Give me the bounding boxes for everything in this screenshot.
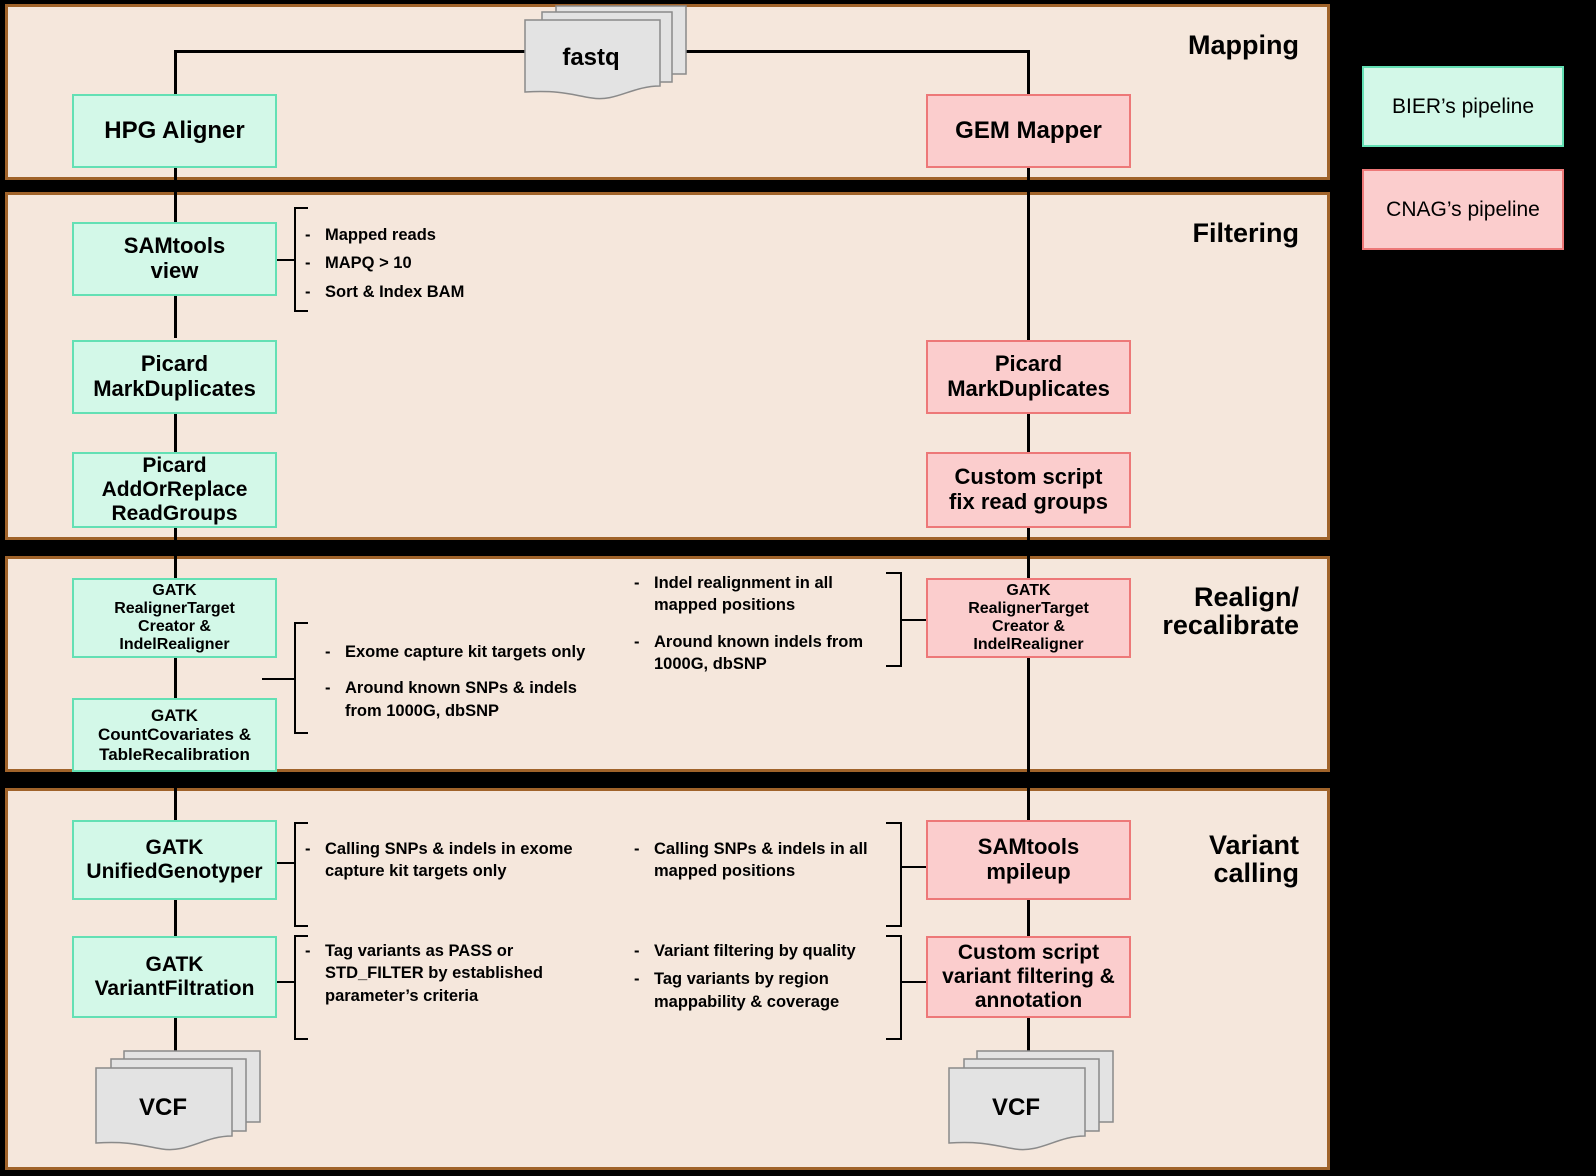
- annotation-samtools-view-notes: - Mapped reads - MAPQ > 10 - Sort & Index B…: [305, 224, 585, 309]
- connector-gem-to-markdup: [1027, 168, 1030, 340]
- document-label: fastq: [562, 44, 620, 71]
- node-gatk-realignertargetcreator-indelrealigner-left[interactable]: GATK RealignerTarget Creator & IndelReal…: [72, 578, 277, 658]
- section-title-filtering: Filtering: [1192, 218, 1300, 248]
- node-gatk-variantfiltration[interactable]: GATK VariantFiltration: [72, 936, 277, 1018]
- annotation-line: Around known indels from 1000G, dbSNP: [654, 632, 863, 673]
- annotation-line: Calling SNPs & indels in exome capture k…: [325, 840, 573, 881]
- connector-realigner-right-to-mpileup: [1027, 658, 1030, 820]
- node-label: Custom script variant filtering & annota…: [942, 941, 1115, 1012]
- annotation-line: Variant filtering by quality: [654, 942, 856, 960]
- connector-mpileup-to-custom-variant: [1027, 900, 1030, 936]
- annotation-line: Exome capture kit targets only: [345, 643, 586, 661]
- node-label: HPG Aligner: [104, 117, 245, 145]
- connector-addorreplace-to-realigner: [174, 528, 177, 580]
- section-title-mapping: Mapping: [1188, 30, 1299, 60]
- annotation-line: Around known SNPs & indels from 1000G, d…: [345, 679, 577, 720]
- document-vcf-right: VCF: [945, 1048, 1120, 1160]
- connector-markdup-to-addorreplace: [174, 414, 177, 452]
- connector-fastq-spine-right: [684, 50, 1029, 53]
- node-label: GATK VariantFiltration: [94, 953, 255, 1000]
- annotation-line: Calling SNPs & indels in all mapped posi…: [654, 840, 868, 881]
- node-label: SAMtools view: [123, 233, 226, 283]
- legend-label: BIER’s pipeline: [1391, 94, 1535, 118]
- node-gatk-countcovariates-tablerecalibration[interactable]: GATK CountCovariates & TableRecalibratio…: [72, 698, 277, 772]
- node-label: Picard AddOrReplace ReadGroups: [101, 454, 248, 525]
- document-fastq: fastq: [520, 2, 690, 102]
- connector-realigner-to-countcov: [174, 658, 177, 698]
- node-samtools-mpileup[interactable]: SAMtools mpileup: [926, 820, 1131, 900]
- node-gatk-unifiedgenotyper[interactable]: GATK UnifiedGenotyper: [72, 820, 277, 900]
- bracket-gatk-realign-left-notes: [262, 622, 308, 734]
- node-label: Picard MarkDuplicates: [93, 351, 256, 401]
- document-label: VCF: [139, 1094, 187, 1121]
- node-picard-addorreplacereadgroups[interactable]: Picard AddOrReplace ReadGroups: [72, 452, 277, 528]
- connector-samtools-to-markdup: [174, 296, 177, 338]
- annotation-unifiedgenotyper-notes: - Calling SNPs & indels in exome capture …: [305, 838, 595, 889]
- node-custom-script-fix-read-groups[interactable]: Custom script fix read groups: [926, 452, 1131, 528]
- node-picard-markduplicates-left[interactable]: Picard MarkDuplicates: [72, 340, 277, 414]
- legend-item-bier-pipeline[interactable]: BIER’s pipeline: [1362, 66, 1564, 147]
- connector-unifiedgenotyper-to-variantfiltration: [174, 900, 177, 936]
- annotation-gatk-realign-left-notes: - Exome capture kit targets only - Around …: [325, 641, 625, 736]
- node-gatk-realignertargetcreator-indelrealigner-right[interactable]: GATK RealignerTarget Creator & IndelReal…: [926, 578, 1131, 658]
- node-gem-mapper[interactable]: GEM Mapper: [926, 94, 1131, 168]
- document-label: VCF: [992, 1094, 1040, 1121]
- node-label: Picard MarkDuplicates: [947, 351, 1110, 401]
- node-label: GEM Mapper: [955, 117, 1102, 145]
- diagram-canvas: Mapping Filtering Realign/ recalibrate V…: [0, 0, 1596, 1176]
- connector-countcov-to-unifiedgenotyper: [174, 772, 177, 820]
- section-title-variant: Variant calling: [1208, 830, 1299, 889]
- node-label: GATK UnifiedGenotyper: [86, 836, 263, 883]
- annotation-gatk-realign-right-notes: - Indel realignment in all mapped positio…: [634, 572, 899, 689]
- annotation-variantfiltration-notes: - Tag variants as PASS or STD_FILTER by e…: [305, 940, 595, 1013]
- node-label: GATK RealignerTarget Creator & IndelReal…: [114, 581, 235, 654]
- connector-hpg-to-samtools: [174, 168, 177, 222]
- annotation-line: MAPQ > 10: [325, 254, 412, 273]
- connector-fixrg-to-realigner-right: [1027, 528, 1030, 580]
- node-picard-markduplicates-right[interactable]: Picard MarkDuplicates: [926, 340, 1131, 414]
- legend-item-cnag-pipeline[interactable]: CNAG’s pipeline: [1362, 169, 1564, 250]
- annotation-mpileup-notes: - Calling SNPs & indels in all mapped pos…: [634, 838, 899, 889]
- connector-fastq-spine-left: [174, 50, 544, 53]
- annotation-line: Tag variants as PASS or STD_FILTER by es…: [325, 942, 543, 1005]
- section-title-realign: Realign/ recalibrate: [1162, 582, 1299, 641]
- annotation-line: Tag variants by region mappability & cov…: [654, 970, 840, 1011]
- annotation-line: Sort & Index BAM: [325, 282, 465, 301]
- connector-fastq-to-hpg: [174, 50, 177, 94]
- document-vcf-left: VCF: [92, 1048, 267, 1160]
- connector-fastq-to-gem: [1027, 50, 1030, 94]
- node-label: SAMtools mpileup: [977, 834, 1080, 884]
- annotation-line: Mapped reads: [325, 226, 436, 244]
- node-custom-script-variant-filtering-annotation[interactable]: Custom script variant filtering & annota…: [926, 936, 1131, 1018]
- node-samtools-view[interactable]: SAMtools view: [72, 222, 277, 296]
- node-label: GATK CountCovariates & TableRecalibratio…: [97, 706, 252, 764]
- node-label: GATK RealignerTarget Creator & IndelReal…: [968, 581, 1089, 654]
- node-label: Custom script fix read groups: [949, 464, 1108, 514]
- node-hpg-aligner[interactable]: HPG Aligner: [72, 94, 277, 168]
- annotation-line: Indel realignment in all mapped position…: [654, 574, 833, 615]
- legend-label: CNAG’s pipeline: [1386, 197, 1540, 221]
- connector-markdup-to-fixrg: [1027, 414, 1030, 452]
- annotation-custom-variant-notes: - Variant filtering by quality - Tag varia…: [634, 940, 899, 1019]
